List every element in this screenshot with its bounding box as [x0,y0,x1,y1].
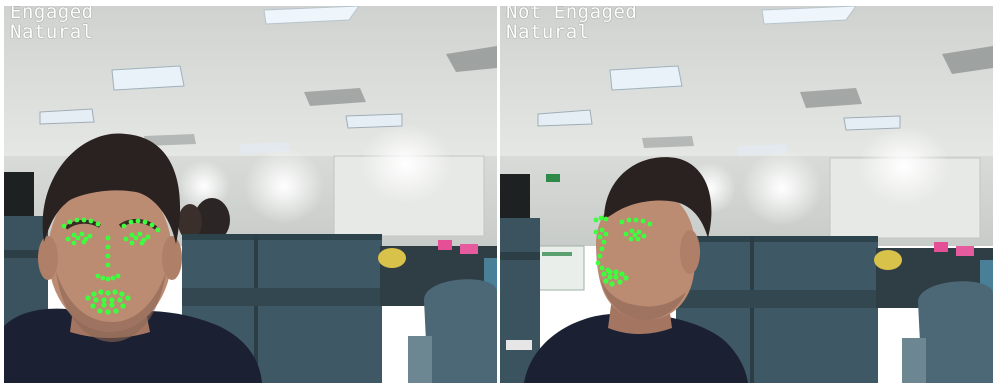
desk-object [438,240,452,250]
scene-image-not-engaged [500,6,993,383]
desk-object [934,242,948,252]
engagement-overlay-label: Not Engaged Natural [506,6,637,42]
office-chair [424,279,497,383]
wall-light [858,126,950,206]
wall-light [742,150,822,226]
doorway [500,174,530,224]
engagement-status: Engaged [10,6,94,23]
ceiling-light [39,108,95,125]
desk-object [378,248,406,268]
engagement-status: Not Engaged [506,6,638,23]
wall-light [244,148,324,224]
camera-frame-not-engaged: Not Engaged Natural [500,6,993,383]
person-ear [680,230,700,274]
engagement-overlay-label: Engaged Natural [10,6,94,42]
person-ear [162,236,182,280]
doorway [4,172,34,222]
ceiling-light [609,65,683,91]
desk-object [874,250,902,270]
desk-phone [506,340,532,350]
ceiling-vent [642,136,694,148]
office-chair [918,281,993,383]
ceiling-light [111,65,185,91]
expression-label: Natural [506,21,590,43]
exit-sign [546,174,560,182]
person-ear [38,236,58,280]
expression-label: Natural [10,21,94,43]
desk-object [460,244,478,254]
wall-light [360,124,452,204]
scene-image-engaged [4,6,497,383]
desk-object [956,246,974,256]
camera-frame-engaged: Engaged Natural [4,6,497,383]
